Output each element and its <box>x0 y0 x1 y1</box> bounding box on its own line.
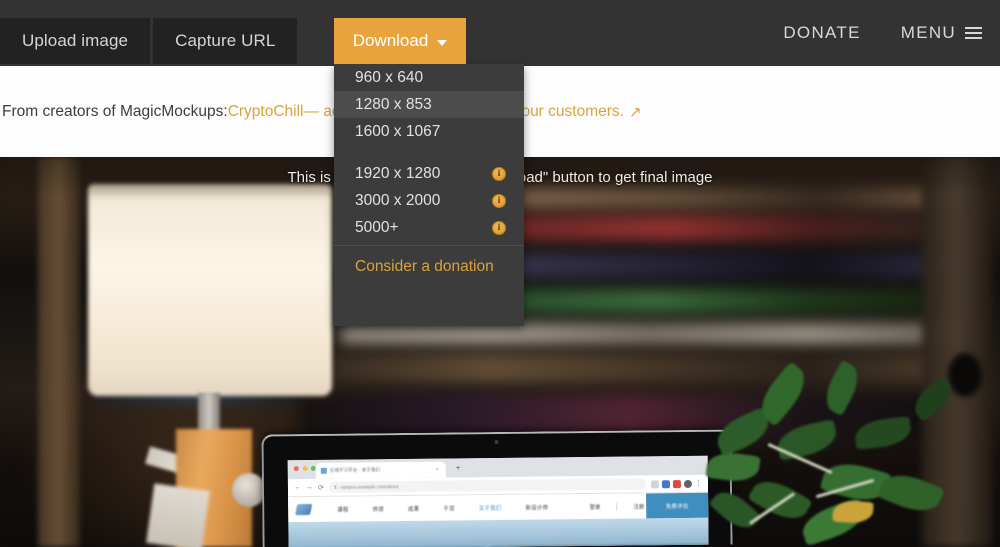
dropdown-item-960x640[interactable]: 960 x 640 <box>334 64 524 91</box>
lamp-base-arm <box>146 483 210 547</box>
top-toolbar: Upload image Capture URL DONATE MENU <box>0 0 1000 66</box>
address-input[interactable]: ⚿ campus.example.com/about <box>328 478 647 493</box>
dropdown-item-label: 1920 x 1280 <box>355 164 441 182</box>
browser-menu-icon[interactable]: ⋮ <box>695 480 702 487</box>
dropdown-item-1920x1280[interactable]: 1920 x 1280 i <box>334 160 524 187</box>
dropdown-item-5000plus[interactable]: 5000+ i <box>334 214 524 241</box>
promo-link[interactable]: CryptoChill <box>228 103 304 121</box>
shelf-post-left <box>38 157 80 547</box>
site-nav-item[interactable]: 成果 <box>408 504 419 512</box>
info-icon[interactable]: i <box>492 220 506 235</box>
divider <box>616 502 618 511</box>
site-nav-items: 课程 师资 成果 干货 关于我们 新设计师 <box>337 503 548 513</box>
window-controls[interactable] <box>293 465 316 472</box>
extension-icon[interactable] <box>672 479 681 488</box>
site-nav-item-active[interactable]: 关于我们 <box>479 503 502 511</box>
browser-tab[interactable]: 在线学习平台 - 关于我们 × <box>315 461 446 479</box>
address-text: campus.example.com/about <box>340 484 399 490</box>
dropdown-item-1600x1067[interactable]: 1600 x 1067 <box>334 118 524 145</box>
promo-prefix: From creators of MagicMockups: <box>2 102 228 120</box>
new-tab-icon[interactable]: + <box>456 463 461 472</box>
dropdown-item-3000x2000[interactable]: 3000 x 2000 i <box>334 187 524 214</box>
lamp-shade <box>88 184 332 396</box>
download-button[interactable]: Download <box>334 18 466 64</box>
profile-avatar-icon[interactable] <box>683 479 692 488</box>
donate-link[interactable]: DONATE <box>783 23 860 43</box>
lock-icon: ⚿ <box>333 484 338 490</box>
favicon-icon <box>320 467 327 474</box>
site-nav-item[interactable]: 师资 <box>373 505 384 513</box>
site-nav-item[interactable]: 干货 <box>443 504 454 512</box>
browser-extensions[interactable]: ⋮ <box>650 479 702 488</box>
site-cta-button[interactable]: 免费评估 <box>646 492 709 519</box>
capture-url-button[interactable]: Capture URL <box>153 18 298 64</box>
menu-label: MENU <box>900 23 956 42</box>
dropdown-item-label: 5000+ <box>355 218 399 236</box>
menu-button[interactable]: MENU <box>901 23 982 43</box>
book-row <box>340 323 960 345</box>
webcam-icon <box>494 439 499 445</box>
upload-image-button[interactable]: Upload image <box>0 18 151 64</box>
hamburger-icon[interactable] <box>965 26 982 40</box>
login-link[interactable]: 登录 <box>590 502 601 510</box>
site-nav-item[interactable]: 课程 <box>337 505 348 513</box>
dropdown-item-1280x853[interactable]: 1280 x 853 <box>334 91 524 118</box>
extension-icon[interactable] <box>661 479 670 488</box>
extension-icon[interactable] <box>650 479 659 488</box>
top-right-nav: DONATE MENU <box>783 0 982 66</box>
forward-icon[interactable]: → <box>306 484 313 491</box>
site-nav-item[interactable]: 新设计师 <box>525 503 548 511</box>
download-label: Download <box>352 31 429 50</box>
dropdown-item-label: 1600 x 1067 <box>355 122 441 140</box>
site-auth-links: 登录 注册 <box>590 502 644 511</box>
laptop-screen: 在线学习平台 - 关于我们 × + ← → ⟳ ⚿ campus.example… <box>287 455 709 547</box>
plant-decoration <box>705 357 1000 547</box>
mockup-hero-image <box>288 517 709 547</box>
laptop-device: 在线学习平台 - 关于我们 × + ← → ⟳ ⚿ campus.example… <box>261 429 733 547</box>
dropdown-spacer <box>334 145 524 160</box>
download-size-dropdown[interactable]: 960 x 640 1280 x 853 1600 x 1067 1920 x … <box>334 64 524 326</box>
browser-tab-title: 在线学习平台 - 关于我们 <box>329 467 381 473</box>
back-icon[interactable]: ← <box>294 484 301 491</box>
site-logo-icon[interactable] <box>295 503 313 516</box>
dropdown-item-label: 960 x 640 <box>355 68 424 86</box>
chevron-down-icon <box>437 39 448 46</box>
consider-donation-link[interactable]: Consider a donation <box>334 250 524 284</box>
dropdown-item-label: 3000 x 2000 <box>355 191 441 209</box>
dropdown-divider <box>334 245 524 246</box>
info-icon[interactable]: i <box>492 166 506 181</box>
magicmockups-app: 在线学习平台 - 关于我们 × + ← → ⟳ ⚿ campus.example… <box>0 0 1000 547</box>
info-icon[interactable]: i <box>492 193 506 208</box>
site-cta-label: 免费评估 <box>665 503 689 510</box>
toolbar-button-group: Upload image Capture URL <box>0 18 298 64</box>
close-tab-icon[interactable]: × <box>436 467 439 473</box>
dropdown-item-label: 1280 x 853 <box>355 95 432 113</box>
close-window-icon[interactable] <box>293 466 299 472</box>
external-link-arrow-icon: ↗ <box>628 103 642 121</box>
reload-icon[interactable]: ⟳ <box>318 483 324 491</box>
minimize-window-icon[interactable] <box>302 465 308 472</box>
register-link[interactable]: 注册 <box>633 502 644 510</box>
